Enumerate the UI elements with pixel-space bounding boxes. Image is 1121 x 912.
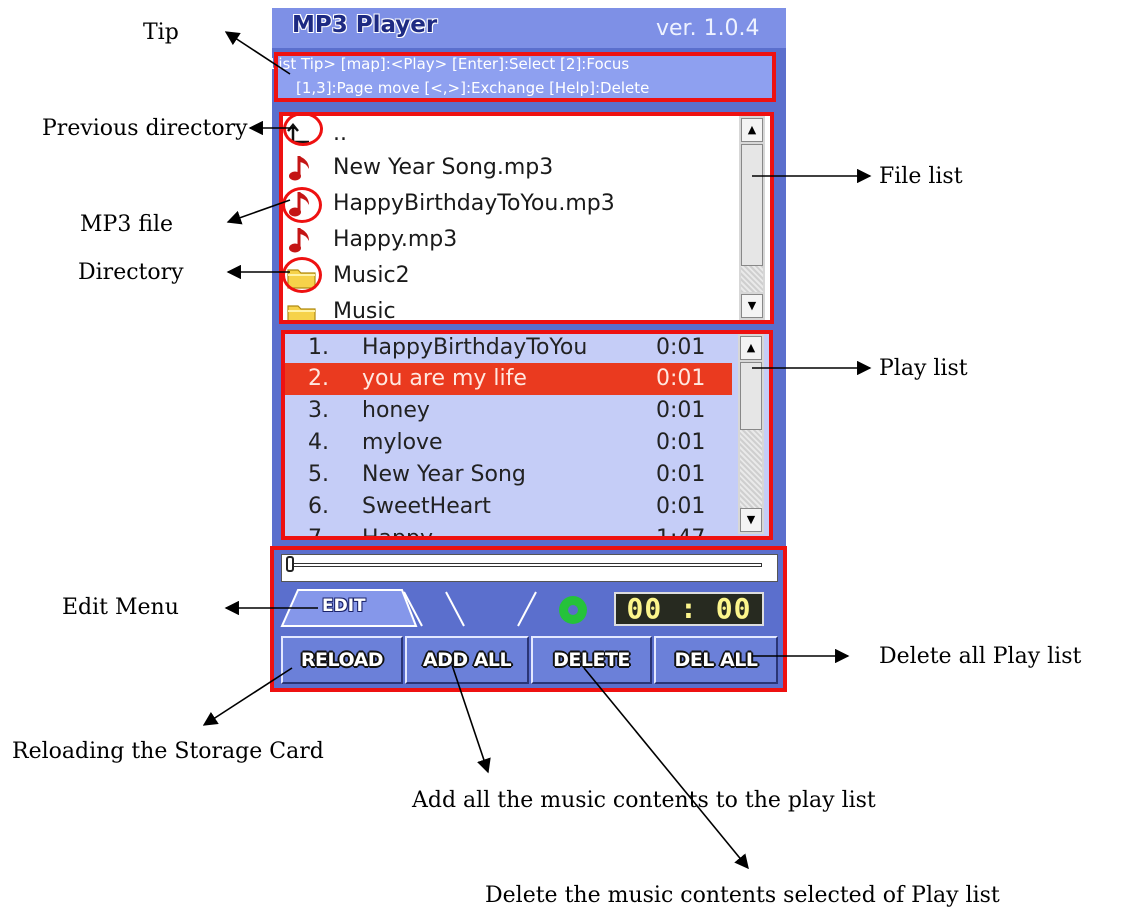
annotation-play-list: Play list: [879, 356, 968, 381]
annotation-add-all: Add all the music contents to the play l…: [412, 788, 876, 813]
directory-highlight: [282, 257, 322, 293]
previous-directory-highlight: [283, 112, 323, 146]
tip-highlight: [274, 52, 776, 102]
annotation-reloading: Reloading the Storage Card: [12, 739, 324, 764]
annotation-directory: Directory: [78, 260, 184, 285]
app-version: ver. 1.0.4: [656, 16, 760, 41]
arrow-delete-selected: [583, 667, 749, 870]
app-title: MP3 Player: [292, 12, 438, 38]
annotation-mp3-file: MP3 file: [80, 212, 174, 237]
annotation-previous-directory: Previous directory: [42, 116, 248, 141]
annotation-delete-selected: Delete the music contents selected of Pl…: [485, 883, 1000, 908]
annotation-file-list: File list: [879, 164, 963, 189]
play-list-highlight: [281, 330, 773, 540]
file-list-highlight: [279, 112, 774, 324]
control-area-highlight: [270, 546, 787, 692]
annotation-edit-menu: Edit Menu: [62, 595, 179, 620]
mp3-file-highlight: [282, 187, 322, 223]
annotation-delete-all: Delete all Play list: [879, 644, 1082, 669]
annotation-tip: Tip: [143, 20, 179, 45]
